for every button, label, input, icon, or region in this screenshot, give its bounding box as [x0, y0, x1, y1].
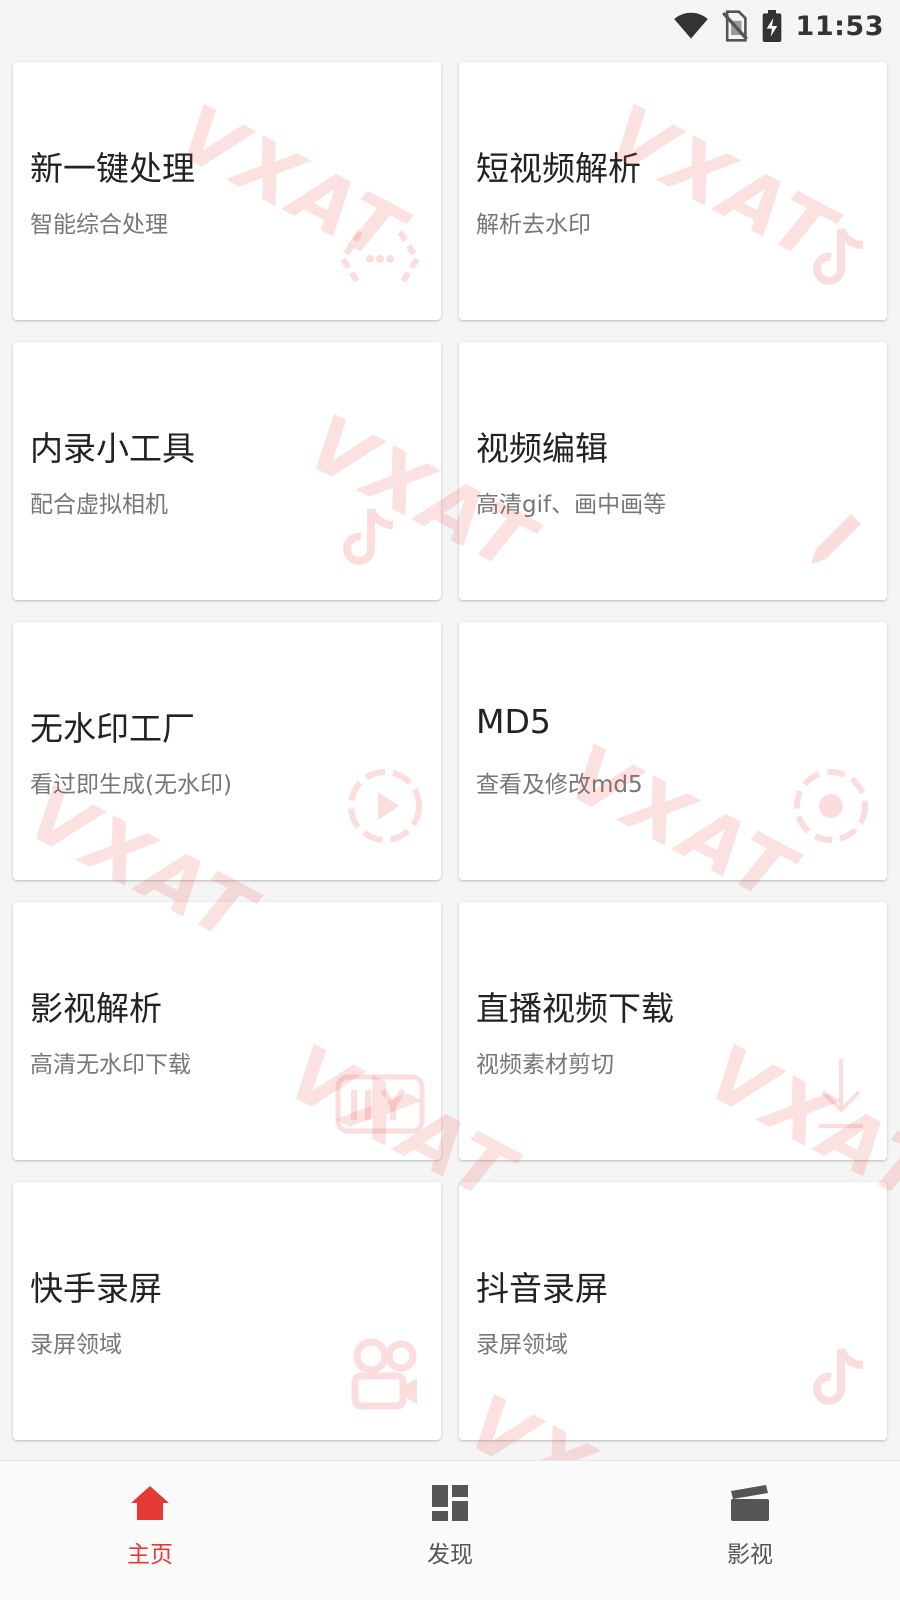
card-title: 直播视频下载: [476, 989, 674, 1028]
clapperboard-icon: [728, 1483, 772, 1527]
nav-discover[interactable]: 发现: [300, 1461, 600, 1600]
download-icon: [811, 1054, 871, 1138]
target-icon: [791, 766, 871, 850]
card-film-parse[interactable]: 影视解析 高清无水印下载: [13, 902, 441, 1160]
card-one-key-process[interactable]: 新一键处理 智能综合处理: [13, 62, 441, 320]
card-subtitle: 录屏领域: [476, 1332, 568, 1358]
card-title: 抖音录屏: [476, 1269, 608, 1308]
kuaishou-icon: [345, 1334, 425, 1418]
card-title: 快手录屏: [30, 1269, 162, 1308]
card-subtitle: 录屏领域: [30, 1332, 122, 1358]
iqiyi-icon: [335, 1074, 425, 1138]
card-md5[interactable]: MD5 查看及修改md5: [459, 622, 887, 880]
nav-film[interactable]: 影视: [600, 1461, 900, 1600]
card-video-edit[interactable]: 视频编辑 高清gif、画中画等: [459, 342, 887, 600]
nav-label: 影视: [727, 1541, 773, 1568]
nav-label: 发现: [427, 1541, 473, 1568]
card-title: 视频编辑: [476, 429, 608, 468]
music-note-icon: [341, 504, 401, 578]
card-subtitle: 配合虚拟相机: [30, 492, 168, 518]
nav-label: 主页: [127, 1541, 173, 1568]
card-no-watermark-factory[interactable]: 无水印工厂 看过即生成(无水印): [13, 622, 441, 880]
music-note-icon: [811, 224, 871, 298]
card-title: 短视频解析: [476, 149, 641, 188]
card-live-video-download[interactable]: 直播视频下载 视频素材剪切: [459, 902, 887, 1160]
card-subtitle: 解析去水印: [476, 212, 591, 238]
card-kuaishou-record[interactable]: 快手录屏 录屏领域: [13, 1182, 441, 1440]
card-title: 内录小工具: [30, 429, 195, 468]
pencil-icon: [801, 504, 871, 578]
card-subtitle: 高清gif、画中画等: [476, 492, 667, 518]
card-title: MD5: [476, 702, 551, 741]
home-icon: [128, 1483, 172, 1527]
card-short-video-parse[interactable]: 短视频解析 解析去水印: [459, 62, 887, 320]
card-title: 无水印工厂: [30, 709, 195, 748]
card-subtitle: 视频素材剪切: [476, 1052, 614, 1078]
card-internal-record[interactable]: 内录小工具 配合虚拟相机: [13, 342, 441, 600]
card-subtitle: 高清无水印下载: [30, 1052, 191, 1078]
card-subtitle: 看过即生成(无水印): [30, 772, 232, 798]
card-douyin-record[interactable]: 抖音录屏 录屏领域: [459, 1182, 887, 1440]
card-subtitle: 查看及修改md5: [476, 772, 643, 798]
bottom-nav: 主页 发现 影视: [0, 1460, 900, 1600]
card-title: 影视解析: [30, 989, 162, 1028]
music-note-icon: [811, 1344, 871, 1418]
nav-home[interactable]: 主页: [0, 1461, 300, 1600]
dashboard-icon: [430, 1483, 470, 1527]
code-brackets-icon: [335, 224, 425, 298]
card-subtitle: 智能综合处理: [30, 212, 168, 238]
card-title: 新一键处理: [30, 149, 195, 188]
feature-grid: 新一键处理 智能综合处理 短视频解析 解析去水印 内录小工具 配合虚拟相机 视频…: [0, 0, 900, 1600]
play-circle-icon: [345, 766, 425, 850]
